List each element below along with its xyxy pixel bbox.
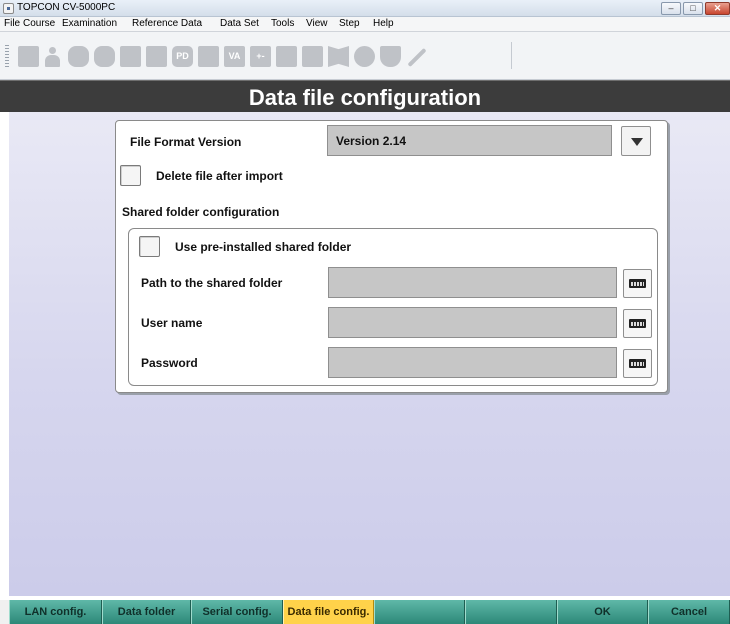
page-header: Data file configuration [0,80,730,112]
app-icon[interactable] [3,3,14,14]
toolbar-separator [511,42,512,69]
username-input[interactable] [328,307,617,338]
menu-view[interactable]: View [306,18,328,29]
plus-minus-icon[interactable]: +- [250,46,271,67]
maximize-icon: □ [690,3,696,13]
toolbar-grip[interactable] [5,45,9,68]
tab-empty-1[interactable] [374,600,465,624]
cancel-label: Cancel [670,606,708,618]
keyboard-icon[interactable] [623,309,652,338]
shared-folder-heading: Shared folder configuration [122,205,280,219]
menu-data-set[interactable]: Data Set [220,18,259,29]
lensmeter-icon[interactable] [120,46,141,67]
menu-reference-data[interactable]: Reference Data [132,18,202,29]
menu-bar: File Course Examination Reference Data D… [0,17,730,32]
page-title: Data file configuration [248,85,482,110]
va-icon[interactable]: VA [224,46,245,67]
pd-icon[interactable]: PD [172,46,193,67]
shared-folder-group: Use pre-installed shared folder Path to … [128,228,658,386]
tab-label: Data folder [117,606,176,618]
cancel-button[interactable]: Cancel [648,600,730,624]
password-label: Password [141,356,198,370]
use-preinstalled-label: Use pre-installed shared folder [175,240,352,254]
delete-file-label: Delete file after import [156,169,283,183]
tab-bar-edge [0,600,9,624]
menu-tools[interactable]: Tools [271,18,294,29]
glasses-alt-icon[interactable] [94,46,115,67]
window-title: TOPCON CV-5000PC [17,2,116,13]
tab-label: Serial config. [202,606,272,618]
menu-step[interactable]: Step [339,18,360,29]
menu-file[interactable]: File [4,18,20,29]
title-bar: TOPCON CV-5000PC – □ ✕ [0,0,730,17]
delete-file-checkbox[interactable] [120,165,141,186]
ok-label: OK [594,606,611,618]
ok-button[interactable]: OK [557,600,648,624]
file-format-label: File Format Version [130,135,242,149]
password-input[interactable] [328,347,617,378]
book-icon[interactable] [328,46,349,67]
config-panel: File Format Version Version 2.14 Delete … [115,120,668,393]
menu-examination[interactable]: Examination [62,18,117,29]
tab-serial-config[interactable]: Serial config. [191,600,283,624]
tab-empty-2[interactable] [465,600,557,624]
glasses-icon[interactable] [68,46,89,67]
tab-lan-config[interactable]: LAN config. [9,600,102,624]
bottom-tab-bar: LAN config. Data folder Serial config. D… [0,600,730,624]
tab-data-file-config[interactable]: Data file config. [283,600,374,624]
tab-label: LAN config. [24,606,87,618]
path-input[interactable] [328,267,617,298]
close-icon: ✕ [713,3,722,13]
minimize-button[interactable]: – [661,2,681,15]
username-label: User name [141,316,203,330]
minimize-icon: – [668,3,674,13]
content-area: File Format Version Version 2.14 Delete … [9,112,730,596]
keyboard-icon[interactable] [623,269,652,298]
circle-icon[interactable] [354,46,375,67]
chart-icon[interactable] [276,46,297,67]
close-button[interactable]: ✕ [705,2,730,15]
card-icon[interactable] [146,46,167,67]
menu-course[interactable]: Course [23,18,55,29]
file-format-select[interactable]: Version 2.14 [327,125,612,156]
use-preinstalled-checkbox[interactable] [139,236,160,257]
chevron-down-icon[interactable] [621,126,651,156]
tab-data-folder[interactable]: Data folder [102,600,191,624]
keyboard-icon[interactable] [623,349,652,378]
menu-help[interactable]: Help [373,18,394,29]
plus-minus-icon-label: +- [256,51,265,61]
shield-icon[interactable] [380,46,401,67]
va-icon-label: VA [228,51,241,61]
maximize-button[interactable]: □ [683,2,703,15]
toolbar: PD VA +- [0,32,730,80]
wrench-icon[interactable] [406,46,427,67]
screen-icon[interactable] [198,46,219,67]
path-label: Path to the shared folder [141,276,283,290]
file-format-value: Version 2.14 [336,134,407,148]
pd-icon-label: PD [176,51,189,61]
device-icon[interactable] [18,46,39,67]
tab-label: Data file config. [287,606,370,618]
patient-icon[interactable] [42,46,63,67]
chart-alt-icon[interactable] [302,46,323,67]
